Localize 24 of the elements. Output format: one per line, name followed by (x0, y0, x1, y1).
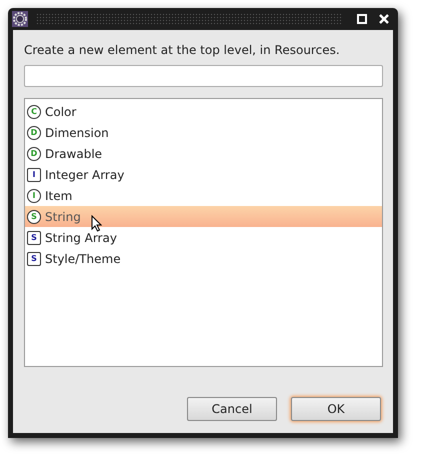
close-icon[interactable] (379, 14, 389, 24)
list-item[interactable]: S String Array (25, 227, 382, 248)
type-badge: I (27, 188, 41, 202)
list-item[interactable]: S Style/Theme (25, 248, 382, 269)
dialog-message: Create a new element at the top level, in Resources. (24, 43, 341, 57)
type-badge: S (27, 252, 41, 266)
type-badge: C (27, 104, 41, 118)
gear-icon (12, 11, 28, 27)
maximize-icon[interactable] (357, 14, 367, 24)
type-badge: S (27, 230, 41, 244)
list-item[interactable]: I Integer Array (25, 164, 382, 185)
type-badge: I (27, 168, 41, 182)
type-badge: S (27, 210, 41, 224)
filter-field[interactable] (24, 65, 383, 87)
type-badge: D (27, 126, 41, 140)
list-item[interactable]: C Color (25, 101, 382, 122)
list-item[interactable]: I Item (25, 185, 382, 206)
dialog-button[interactable]: Cancel (187, 397, 277, 421)
list-item[interactable]: D Drawable (25, 143, 382, 164)
type-badge: D (27, 146, 41, 160)
title-bar-grip[interactable] (36, 13, 343, 25)
mouse-pointer-icon (91, 215, 102, 232)
dialog-button[interactable]: OK (291, 397, 381, 421)
list-item[interactable]: D Dimension (25, 122, 382, 143)
